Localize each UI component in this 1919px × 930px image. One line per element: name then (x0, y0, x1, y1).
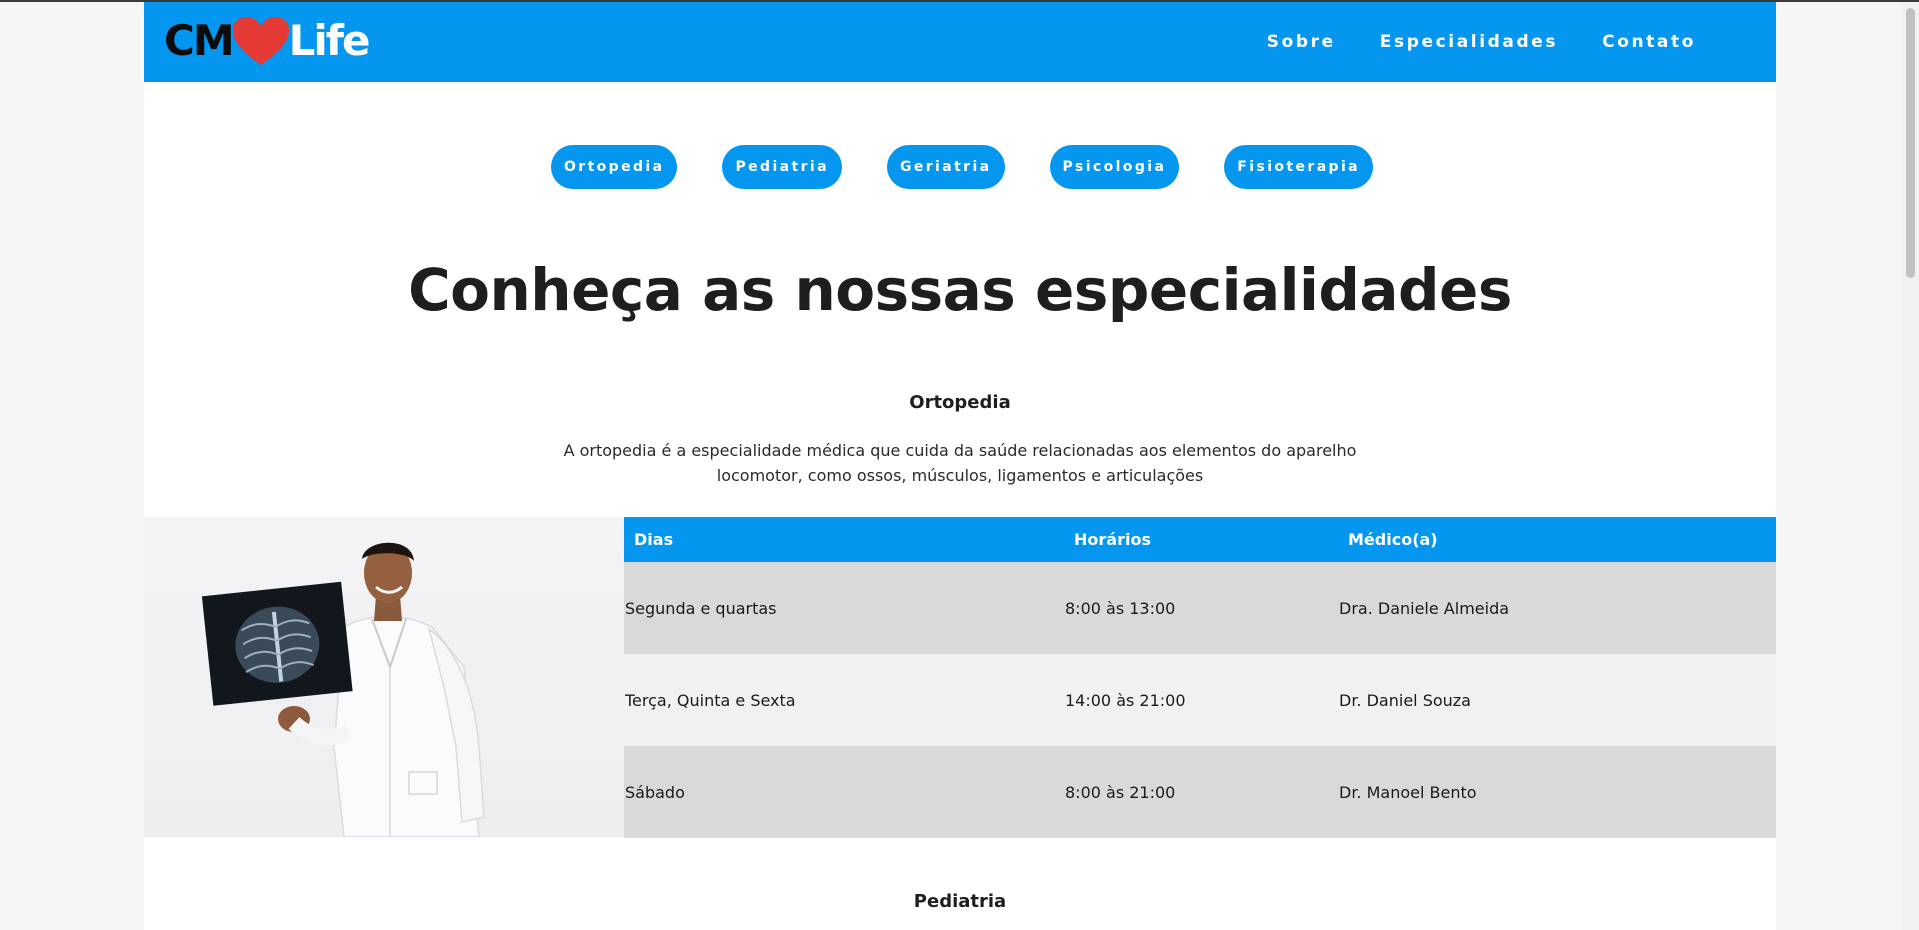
specialty-tabs: Ortopedia Pediatria Geriatria Psicologia… (144, 145, 1776, 189)
cell-dias: Segunda e quartas (624, 562, 1065, 654)
doctor-illustration (201, 542, 485, 837)
cell-horarios: 8:00 às 13:00 (1065, 562, 1339, 654)
tab-ortopedia[interactable]: Ortopedia (550, 145, 678, 189)
column-header-horarios: Horários (1065, 517, 1339, 562)
logo-text-life: Life (288, 16, 371, 65)
table-row: Terça, Quinta e Sexta 14:00 às 21:00 Dr.… (624, 654, 1776, 746)
cell-dias: Sábado (624, 746, 1065, 838)
logo-text-cm: CM (164, 16, 235, 65)
cell-horarios: 14:00 às 21:00 (1065, 654, 1339, 746)
schedule-table-ortopedia: Dias Horários Médico(a) Segunda e quarta… (624, 517, 1776, 838)
cell-medico: Dra. Daniele Almeida (1339, 562, 1776, 654)
cell-medico: Dr. Daniel Souza (1339, 654, 1776, 746)
main-nav: Sobre Especialidades Contato (1267, 2, 1696, 82)
column-header-medico: Médico(a) (1339, 517, 1776, 562)
page-title: Conheça as nossas especialidades (408, 256, 1512, 324)
tab-fisioterapia[interactable]: Fisioterapia (1224, 145, 1374, 189)
tab-pediatria[interactable]: Pediatria (722, 145, 842, 189)
table-row: Sábado 8:00 às 21:00 Dr. Manoel Bento (624, 746, 1776, 838)
scrollbar-thumb[interactable] (1906, 8, 1915, 278)
section-description-ortopedia: A ortopedia é a especialidade médica que… (144, 438, 1776, 488)
tab-psicologia[interactable]: Psicologia (1049, 145, 1180, 189)
doctor-xray-photo (144, 517, 624, 837)
table-header-row: Dias Horários Médico(a) (624, 517, 1776, 562)
heart-icon (232, 17, 289, 65)
description-line: locomotor, como ossos, músculos, ligamen… (716, 466, 1204, 485)
page-container: CM Life Sobre Especialidades Contato Ort… (144, 2, 1776, 930)
cell-medico: Dr. Manoel Bento (1339, 746, 1776, 838)
nav-link-especialidades[interactable]: Especialidades (1380, 32, 1558, 52)
site-header: CM Life Sobre Especialidades Contato (144, 2, 1776, 82)
nav-link-contato[interactable]: Contato (1602, 32, 1696, 52)
description-line: A ortopedia é a especialidade médica que… (563, 441, 1357, 460)
site-logo[interactable]: CM Life (164, 14, 371, 68)
cell-horarios: 8:00 às 21:00 (1065, 746, 1339, 838)
section-title-ortopedia: Ortopedia (909, 392, 1011, 413)
tab-geriatria[interactable]: Geriatria (886, 145, 1005, 189)
column-header-dias: Dias (624, 517, 1065, 562)
table-row: Segunda e quartas 8:00 às 13:00 Dra. Dan… (624, 562, 1776, 654)
cell-dias: Terça, Quinta e Sexta (624, 654, 1065, 746)
nav-link-sobre[interactable]: Sobre (1267, 32, 1336, 52)
page-scrollbar[interactable] (1902, 2, 1919, 930)
section-title-pediatria: Pediatria (913, 891, 1007, 912)
